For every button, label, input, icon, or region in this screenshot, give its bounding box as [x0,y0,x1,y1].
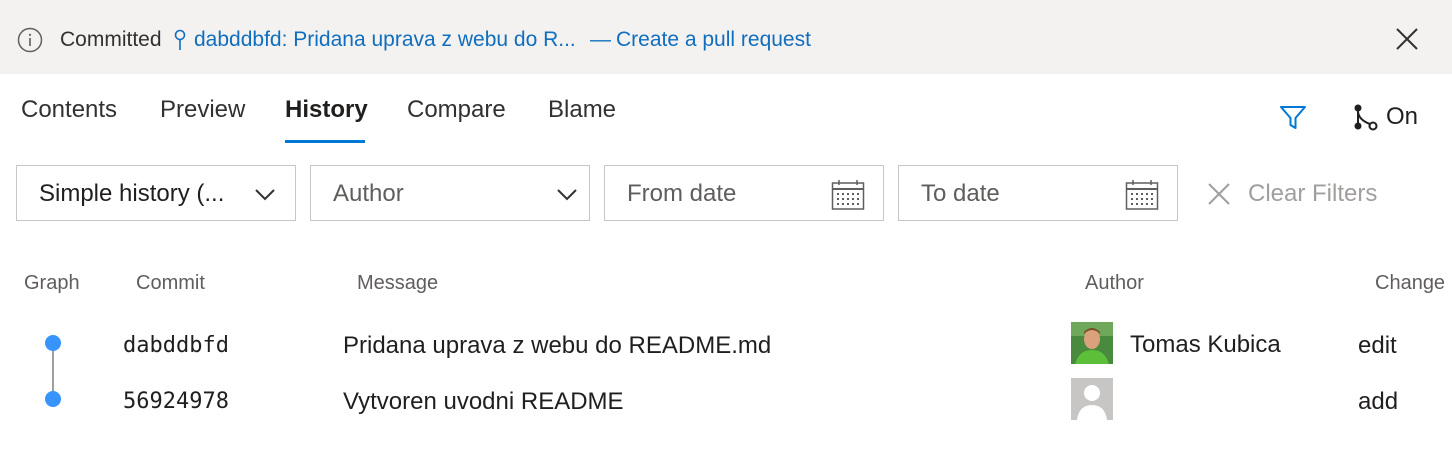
graph-node [45,391,61,407]
avatar [1071,322,1113,364]
graph-node [45,335,61,351]
column-header-commit: Commit [136,272,205,294]
from-date-picker[interactable]: From date [604,165,884,221]
clear-filters-button[interactable]: Clear Filters [1206,180,1377,208]
info-icon [17,27,43,53]
active-tab-indicator [285,140,365,143]
from-date-placeholder: From date [627,180,737,207]
commit-message[interactable]: Pridana uprava z webu do README.md [343,332,771,360]
column-header-graph: Graph [24,272,80,294]
chevron-down-icon [255,189,275,201]
change-type: add [1358,388,1399,415]
commit-id[interactable]: 56924978 [123,389,229,414]
graph-toggle-label: On [1386,103,1419,130]
column-header-message: Message [357,272,439,294]
branch-icon [1354,104,1378,131]
tab-compare[interactable]: Compare [407,96,506,124]
change-type: edit [1358,332,1397,359]
column-header-author: Author [1085,272,1144,294]
tab-history[interactable]: History [285,96,368,124]
to-date-placeholder: To date [921,180,1000,207]
calendar-icon[interactable] [831,179,865,211]
calendar-icon[interactable] [1125,179,1159,211]
author-placeholder: Author [333,180,404,207]
commit-banner: Committed dabddbfd: Pridana uprava z web… [0,0,1452,74]
graph-toggle-button[interactable]: On [1350,100,1418,134]
close-icon [1208,183,1230,205]
clear-filters-label: Clear Filters [1248,180,1378,207]
commit-graph [45,335,61,407]
column-header-change: Change [1375,272,1446,294]
chevron-down-icon [557,189,577,201]
tab-blame[interactable]: Blame [548,96,616,124]
commit-icon [174,29,186,50]
filter-icon[interactable] [1276,100,1310,134]
close-icon[interactable] [1392,24,1422,54]
history-mode-value: Simple history (... [39,180,225,207]
to-date-picker[interactable]: To date [898,165,1178,221]
tab-contents[interactable]: Contents [21,96,117,124]
commit-id[interactable]: dabddbfd [123,333,229,358]
banner-status-text: Committed [60,28,162,51]
create-pull-request-link[interactable]: Create a pull request [616,28,811,52]
banner-separator: — [590,28,611,51]
commit-message[interactable]: Vytvoren uvodni README [343,388,624,416]
tab-preview[interactable]: Preview [160,96,245,124]
commit-link[interactable]: dabddbfd: Pridana uprava z webu do R... [194,28,576,52]
history-mode-dropdown[interactable]: Simple history (... [16,165,296,221]
author-dropdown[interactable]: Author [310,165,590,221]
commit-author: Tomas Kubica [1130,331,1281,358]
avatar [1071,378,1113,420]
